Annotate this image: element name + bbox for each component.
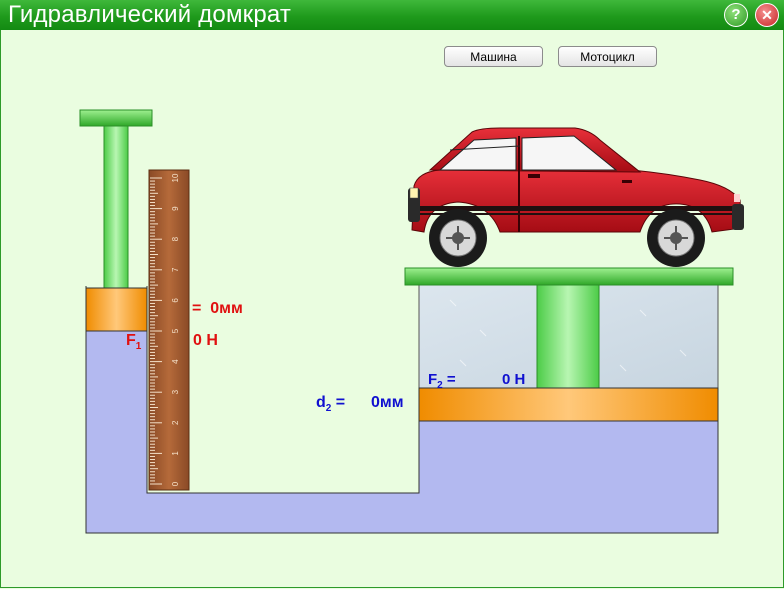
force-f1-symbol: F xyxy=(126,332,136,349)
large-piston xyxy=(418,387,719,422)
force-f1-subscript: 1 xyxy=(135,341,142,353)
ruler-label: 0 xyxy=(171,481,180,486)
front-wheel xyxy=(429,209,487,267)
small-piston-cap xyxy=(79,109,153,127)
ruler-label: 10 xyxy=(171,173,180,182)
small-displacement-value: 0мм xyxy=(210,300,243,317)
force-f1-label: F1 xyxy=(126,332,141,352)
small-piston xyxy=(85,287,148,332)
ruler-label: 2 xyxy=(171,420,180,425)
f2-eq: = xyxy=(446,371,456,388)
d2-symbol: d xyxy=(316,394,326,411)
f2-label: F2 = xyxy=(428,371,456,391)
small-displacement-eq: = xyxy=(192,300,202,317)
ruler-label: 7 xyxy=(171,267,180,272)
large-piston-rod xyxy=(536,284,600,390)
d2-value: 0мм xyxy=(371,394,404,411)
ruler-label: 1 xyxy=(171,451,180,456)
ruler-label: 6 xyxy=(171,298,180,303)
ruler-label: 5 xyxy=(171,328,180,333)
ruler-label: 9 xyxy=(171,206,180,211)
small-piston-rod xyxy=(103,125,129,289)
small-displacement-readout: = 0мм xyxy=(192,300,243,318)
lift-platform xyxy=(404,267,734,286)
f2-value: 0 Н xyxy=(502,371,526,388)
ruler: 0 1 2 3 4 5 6 7 8 9 10 xyxy=(148,169,190,491)
ruler-label: 8 xyxy=(171,236,180,241)
f2-subscript: 2 xyxy=(437,380,443,391)
d2-label: d2 = xyxy=(316,394,345,414)
d2-eq: = xyxy=(335,394,346,411)
f2-symbol: F xyxy=(428,371,438,388)
car-image xyxy=(408,127,744,267)
d2-subscript: 2 xyxy=(325,403,332,415)
hydraulic-jack-diagram: 0 1 2 3 4 5 6 7 8 9 10 xyxy=(79,109,744,534)
rear-wheel xyxy=(647,209,705,267)
ruler-label: 4 xyxy=(171,359,180,364)
force-f1-value: 0 Н xyxy=(193,332,218,349)
ruler-label: 3 xyxy=(171,389,180,394)
